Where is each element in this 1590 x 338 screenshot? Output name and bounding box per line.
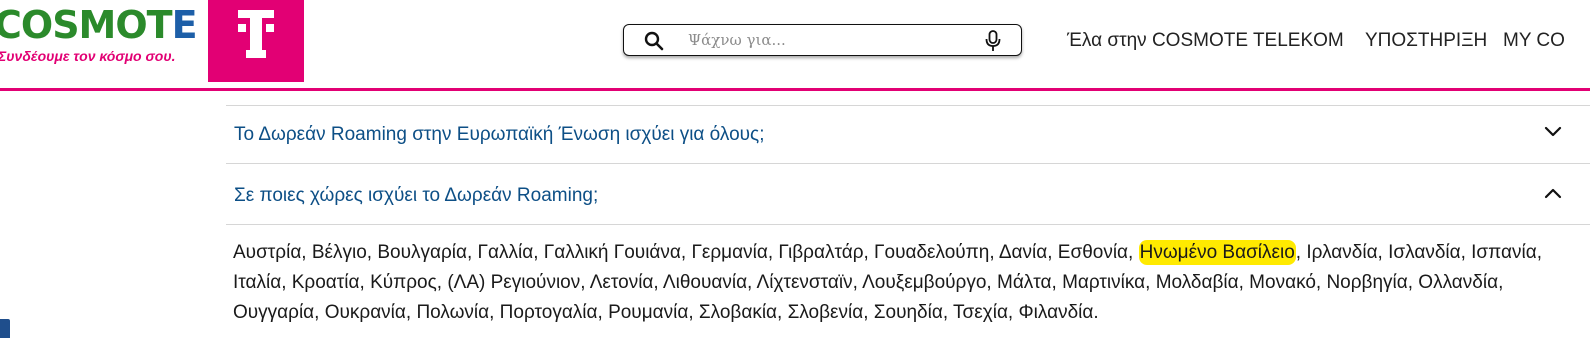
faq-divider <box>226 224 1590 225</box>
microphone-icon[interactable] <box>985 30 1001 52</box>
search-icon[interactable] <box>644 31 664 51</box>
telekom-t-logo[interactable] <box>208 0 304 82</box>
nav-link-my-cosmote[interactable]: MY CO <box>1503 30 1565 52</box>
highlighted-text: Ηνωμένο Βασίλειο <box>1138 240 1296 265</box>
side-tab[interactable] <box>0 319 10 338</box>
chevron-down-icon[interactable] <box>1544 126 1562 138</box>
search-bar[interactable]: Ψάχνω για... <box>623 24 1022 56</box>
search-input[interactable]: Ψάχνω για... <box>688 31 786 49</box>
nav-link-cosmote-telekom[interactable]: Έλα στην COSMOTE TELEKOM <box>1067 30 1344 52</box>
faq-divider <box>226 163 1590 164</box>
header-divider <box>0 88 1590 91</box>
faq-question[interactable]: Σε ποιες χώρες ισχύει το Δωρεάν Roaming; <box>234 185 598 207</box>
logo-wordmark: COSMOTE <box>0 3 198 47</box>
faq-item-roaming-countries[interactable]: Σε ποιες χώρες ισχύει το Δωρεάν Roaming; <box>226 167 1590 225</box>
site-header: COSMOTE Συνδέουμε τον κόσμο σου. Ψάχνω γ… <box>0 0 1590 90</box>
faq-item-free-roaming-everyone[interactable]: Το Δωρεάν Roaming στην Ευρωπαϊκή Ένωση ι… <box>226 106 1590 164</box>
logo-slogan: Συνδέουμε τον κόσμο σου. <box>0 48 176 64</box>
faq-answer: Αυστρία, Βέλγιο, Βουλγαρία, Γαλλία, Γαλλ… <box>233 240 1542 323</box>
faq-question[interactable]: Το Δωρεάν Roaming στην Ευρωπαϊκή Ένωση ι… <box>234 124 765 146</box>
chevron-up-icon[interactable] <box>1544 187 1562 199</box>
telekom-t-icon <box>238 10 274 58</box>
nav-link-support[interactable]: ΥΠΟΣΤΗΡΙΞΗ <box>1365 30 1487 52</box>
